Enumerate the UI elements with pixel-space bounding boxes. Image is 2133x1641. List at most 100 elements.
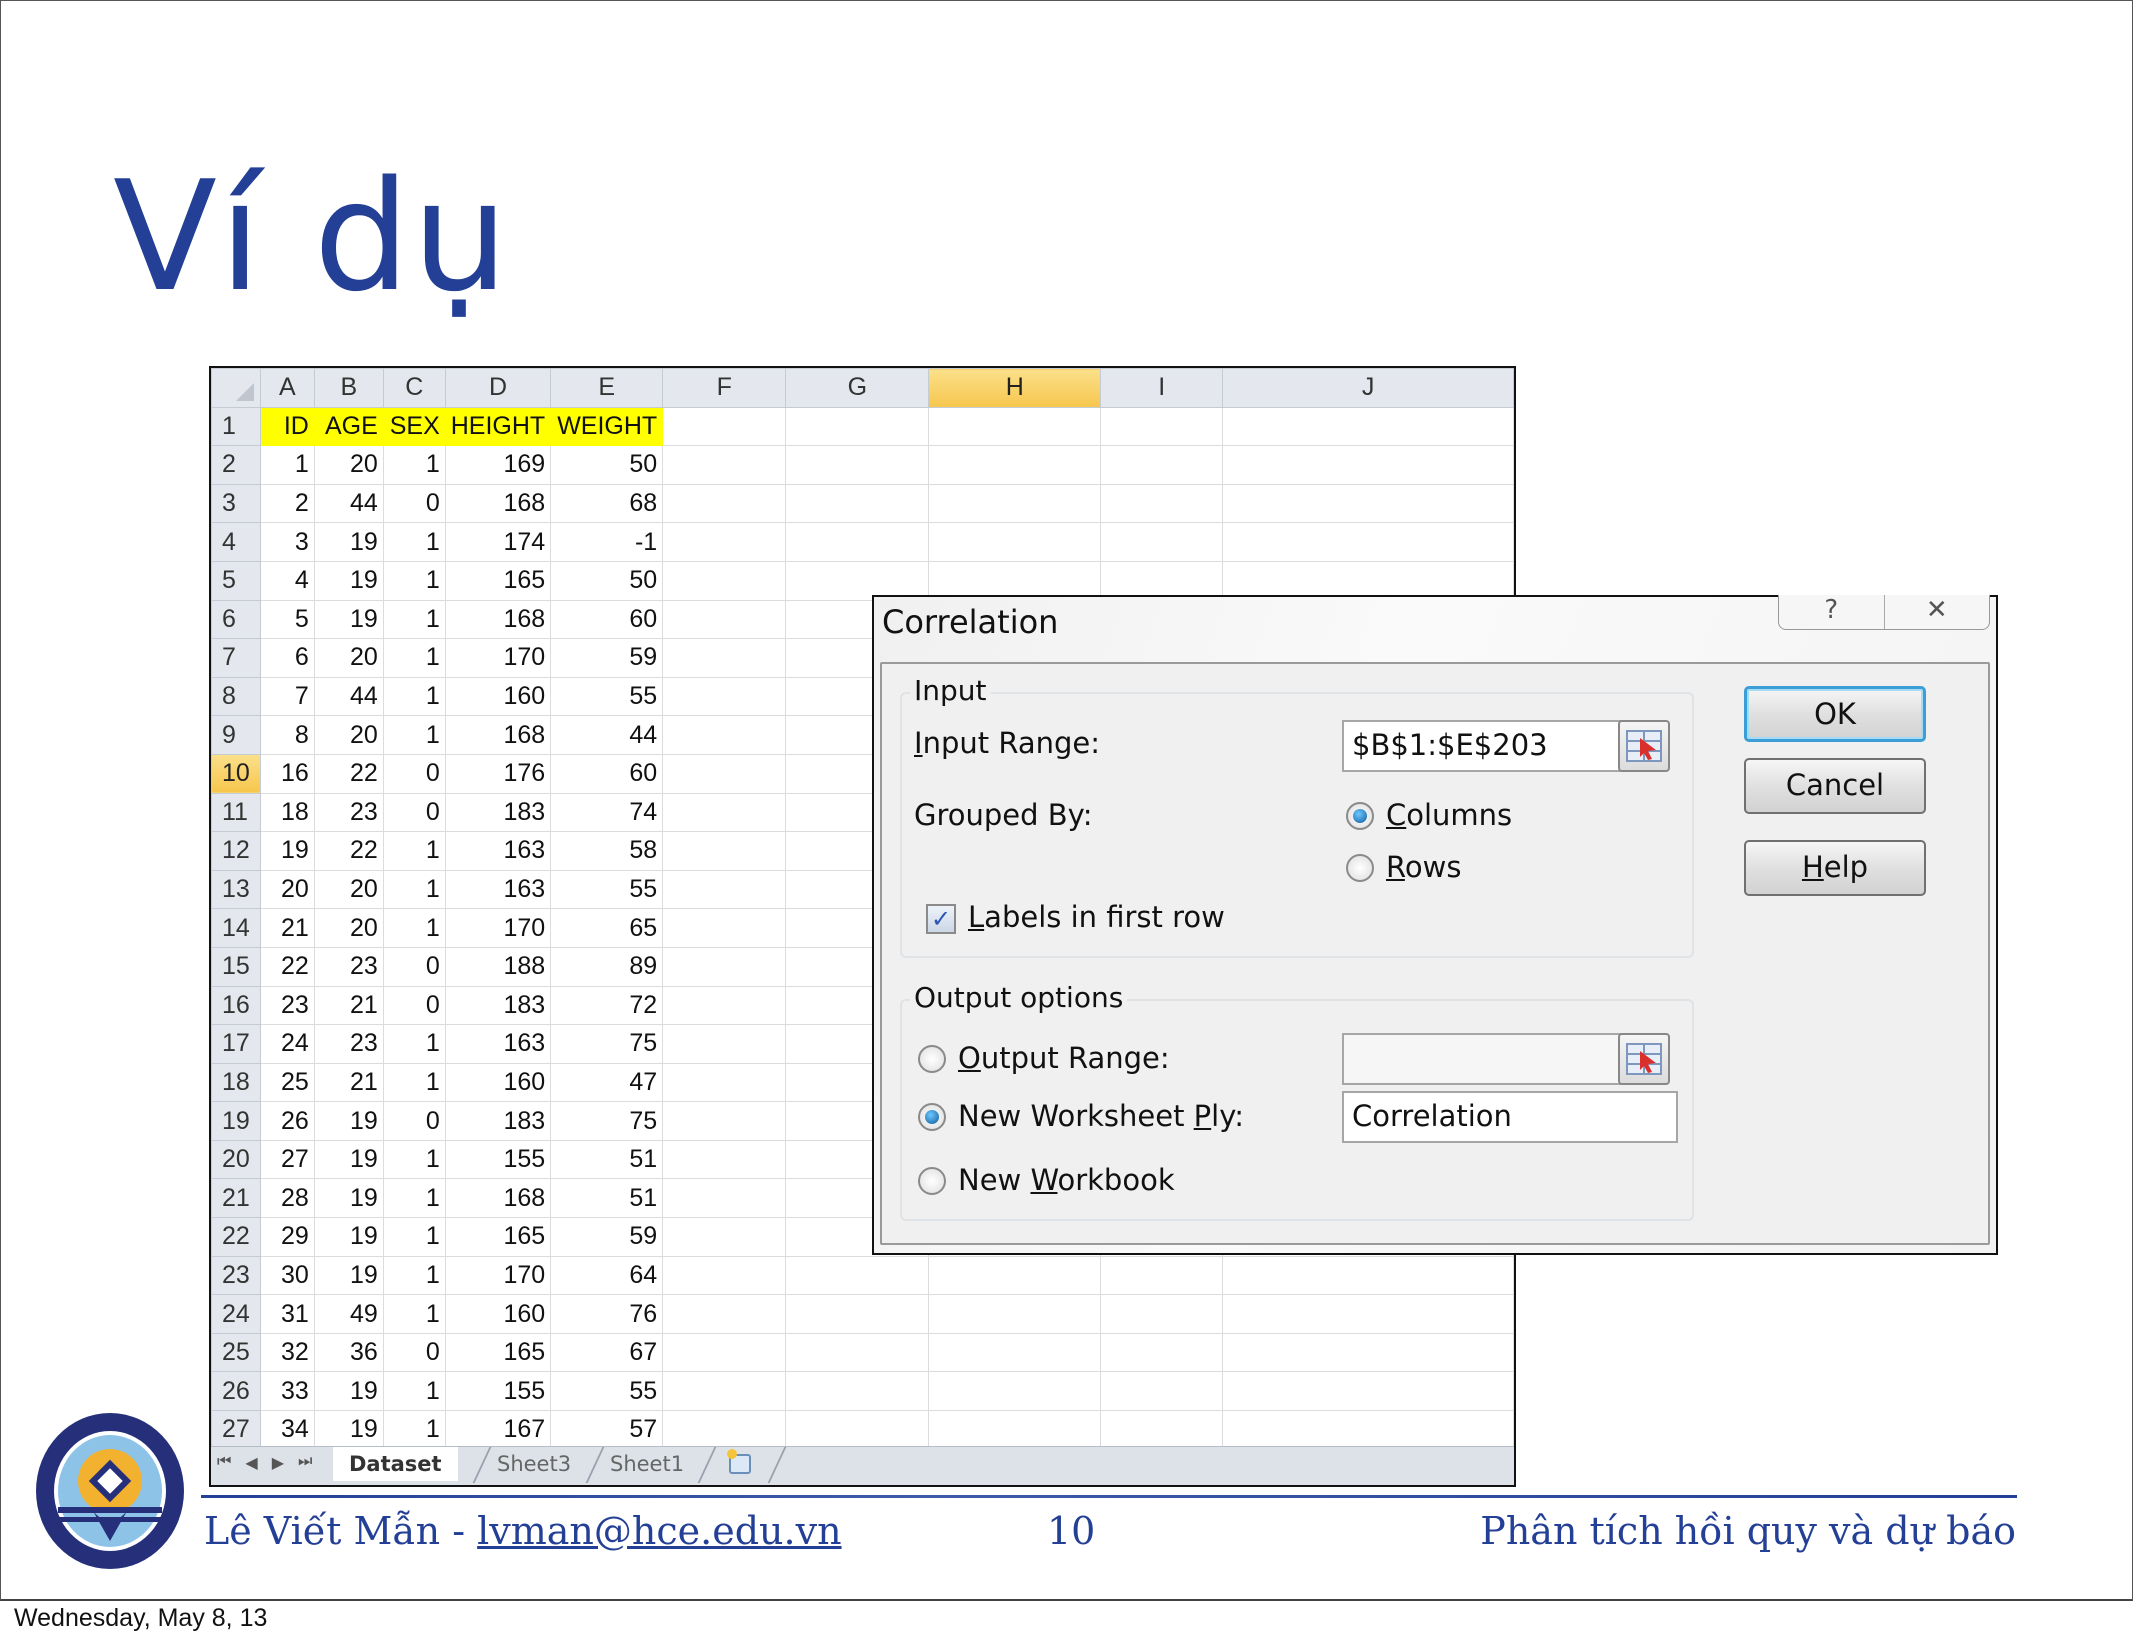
cell[interactable]	[1100, 445, 1224, 485]
cell[interactable]: 163	[444, 831, 552, 871]
cell[interactable]: 75	[550, 1101, 664, 1141]
input-range-collapse-button[interactable]	[1618, 720, 1670, 772]
row-header[interactable]: 26	[211, 1371, 261, 1412]
cell[interactable]: 25	[259, 1062, 315, 1103]
last-sheet-icon[interactable]: ⏭	[298, 1453, 312, 1473]
cell[interactable]: 1	[382, 638, 446, 678]
row-header[interactable]: 23	[211, 1255, 261, 1296]
cell[interactable]	[785, 406, 930, 447]
cell[interactable]: 0	[382, 753, 446, 794]
row-header[interactable]: 27	[211, 1410, 261, 1450]
column-header-a[interactable]: A	[259, 368, 315, 408]
cell[interactable]	[662, 1139, 787, 1180]
cell[interactable]: 0	[382, 1101, 446, 1141]
cell[interactable]: 30	[259, 1255, 315, 1296]
cell[interactable]: 1	[382, 831, 446, 871]
row-header[interactable]: 8	[211, 676, 261, 717]
cell[interactable]	[785, 522, 930, 562]
cell[interactable]	[1222, 1332, 1514, 1373]
ok-button[interactable]: OK	[1744, 686, 1926, 742]
cell[interactable]: 1	[382, 869, 446, 910]
cell[interactable]: 23	[313, 792, 384, 833]
cell[interactable]: 60	[550, 753, 664, 794]
row-header[interactable]: 3	[211, 483, 261, 524]
prev-sheet-icon[interactable]: ◀	[245, 1453, 257, 1473]
input-range-field[interactable]: $B$1:$E$203	[1342, 720, 1622, 772]
cell[interactable]: 19	[313, 1178, 384, 1219]
cell[interactable]	[785, 483, 930, 524]
cell[interactable]: 24	[259, 1024, 315, 1064]
column-header-h[interactable]: H	[928, 368, 1102, 408]
output-range-field[interactable]	[1342, 1033, 1622, 1085]
cell[interactable]: 1	[382, 1371, 446, 1412]
cell[interactable]: 32	[259, 1332, 315, 1373]
cell[interactable]: 19	[313, 1217, 384, 1257]
cell[interactable]	[662, 946, 787, 987]
cell[interactable]: 20	[313, 869, 384, 910]
cell[interactable]: 27	[259, 1139, 315, 1180]
cell[interactable]: 19	[313, 1255, 384, 1296]
column-header-b[interactable]: B	[313, 368, 384, 408]
rows-radio[interactable]	[1346, 854, 1374, 882]
cell[interactable]	[662, 638, 787, 678]
cell[interactable]	[785, 1294, 930, 1334]
cell[interactable]	[928, 1371, 1102, 1412]
row-header[interactable]: 24	[211, 1294, 261, 1334]
cell[interactable]: 44	[313, 676, 384, 717]
cell[interactable]: 68	[550, 483, 664, 524]
cell[interactable]: 163	[444, 1024, 552, 1064]
cell[interactable]: 160	[444, 1294, 552, 1334]
cell[interactable]	[1222, 1294, 1514, 1334]
new-worksheet-ply-radio[interactable]	[918, 1103, 946, 1131]
cell[interactable]: 1	[382, 1255, 446, 1296]
cell[interactable]: 1	[382, 560, 446, 601]
cell[interactable]	[662, 599, 787, 640]
cell[interactable]: -1	[550, 522, 664, 562]
cell[interactable]: 36	[313, 1332, 384, 1373]
help-caption-button[interactable]: ?	[1779, 595, 1885, 629]
sheet-tab-sheet3[interactable]: Sheet3	[481, 1447, 587, 1481]
new-worksheet-ply-field[interactable]: Correlation	[1342, 1091, 1678, 1143]
output-range-label[interactable]: Output Range:	[958, 1041, 1170, 1075]
cell[interactable]: 74	[550, 792, 664, 833]
cell[interactable]: 20	[313, 445, 384, 485]
columns-radio[interactable]	[1346, 802, 1374, 830]
cell[interactable]	[662, 1332, 787, 1373]
cell[interactable]	[662, 1062, 787, 1103]
row-header[interactable]: 20	[211, 1139, 261, 1180]
cell[interactable]: 19	[313, 1371, 384, 1412]
cell[interactable]: 50	[550, 445, 664, 485]
cell[interactable]: 0	[382, 985, 446, 1026]
cell[interactable]: 174	[444, 522, 552, 562]
cell[interactable]: 31	[259, 1294, 315, 1334]
cell[interactable]: 23	[259, 985, 315, 1026]
row-header[interactable]: 17	[211, 1024, 261, 1064]
row-header[interactable]: 18	[211, 1062, 261, 1103]
cell[interactable]	[662, 869, 787, 910]
cell[interactable]: 170	[444, 638, 552, 678]
column-header-i[interactable]: I	[1100, 368, 1224, 408]
cell[interactable]: 67	[550, 1332, 664, 1373]
cell[interactable]: 155	[444, 1139, 552, 1180]
cell[interactable]: 55	[550, 676, 664, 717]
row-header[interactable]: 9	[211, 715, 261, 755]
row-header[interactable]: 13	[211, 869, 261, 910]
cell[interactable]	[662, 406, 787, 447]
cell[interactable]: 168	[444, 599, 552, 640]
cell[interactable]: 16	[259, 753, 315, 794]
cell[interactable]: 168	[444, 483, 552, 524]
row-header[interactable]: 5	[211, 560, 261, 601]
cell[interactable]: 60	[550, 599, 664, 640]
cell[interactable]: 29	[259, 1217, 315, 1257]
cell[interactable]: 47	[550, 1062, 664, 1103]
cell[interactable]: 23	[313, 946, 384, 987]
cell[interactable]: 183	[444, 985, 552, 1026]
cell[interactable]: 1	[382, 1217, 446, 1257]
cell[interactable]	[1222, 445, 1514, 485]
cell[interactable]: 1	[382, 908, 446, 948]
cell[interactable]	[928, 1294, 1102, 1334]
cell[interactable]	[928, 1410, 1102, 1450]
cell[interactable]: 57	[550, 1410, 664, 1450]
cell[interactable]: 1	[382, 522, 446, 562]
cell[interactable]: 22	[313, 831, 384, 871]
